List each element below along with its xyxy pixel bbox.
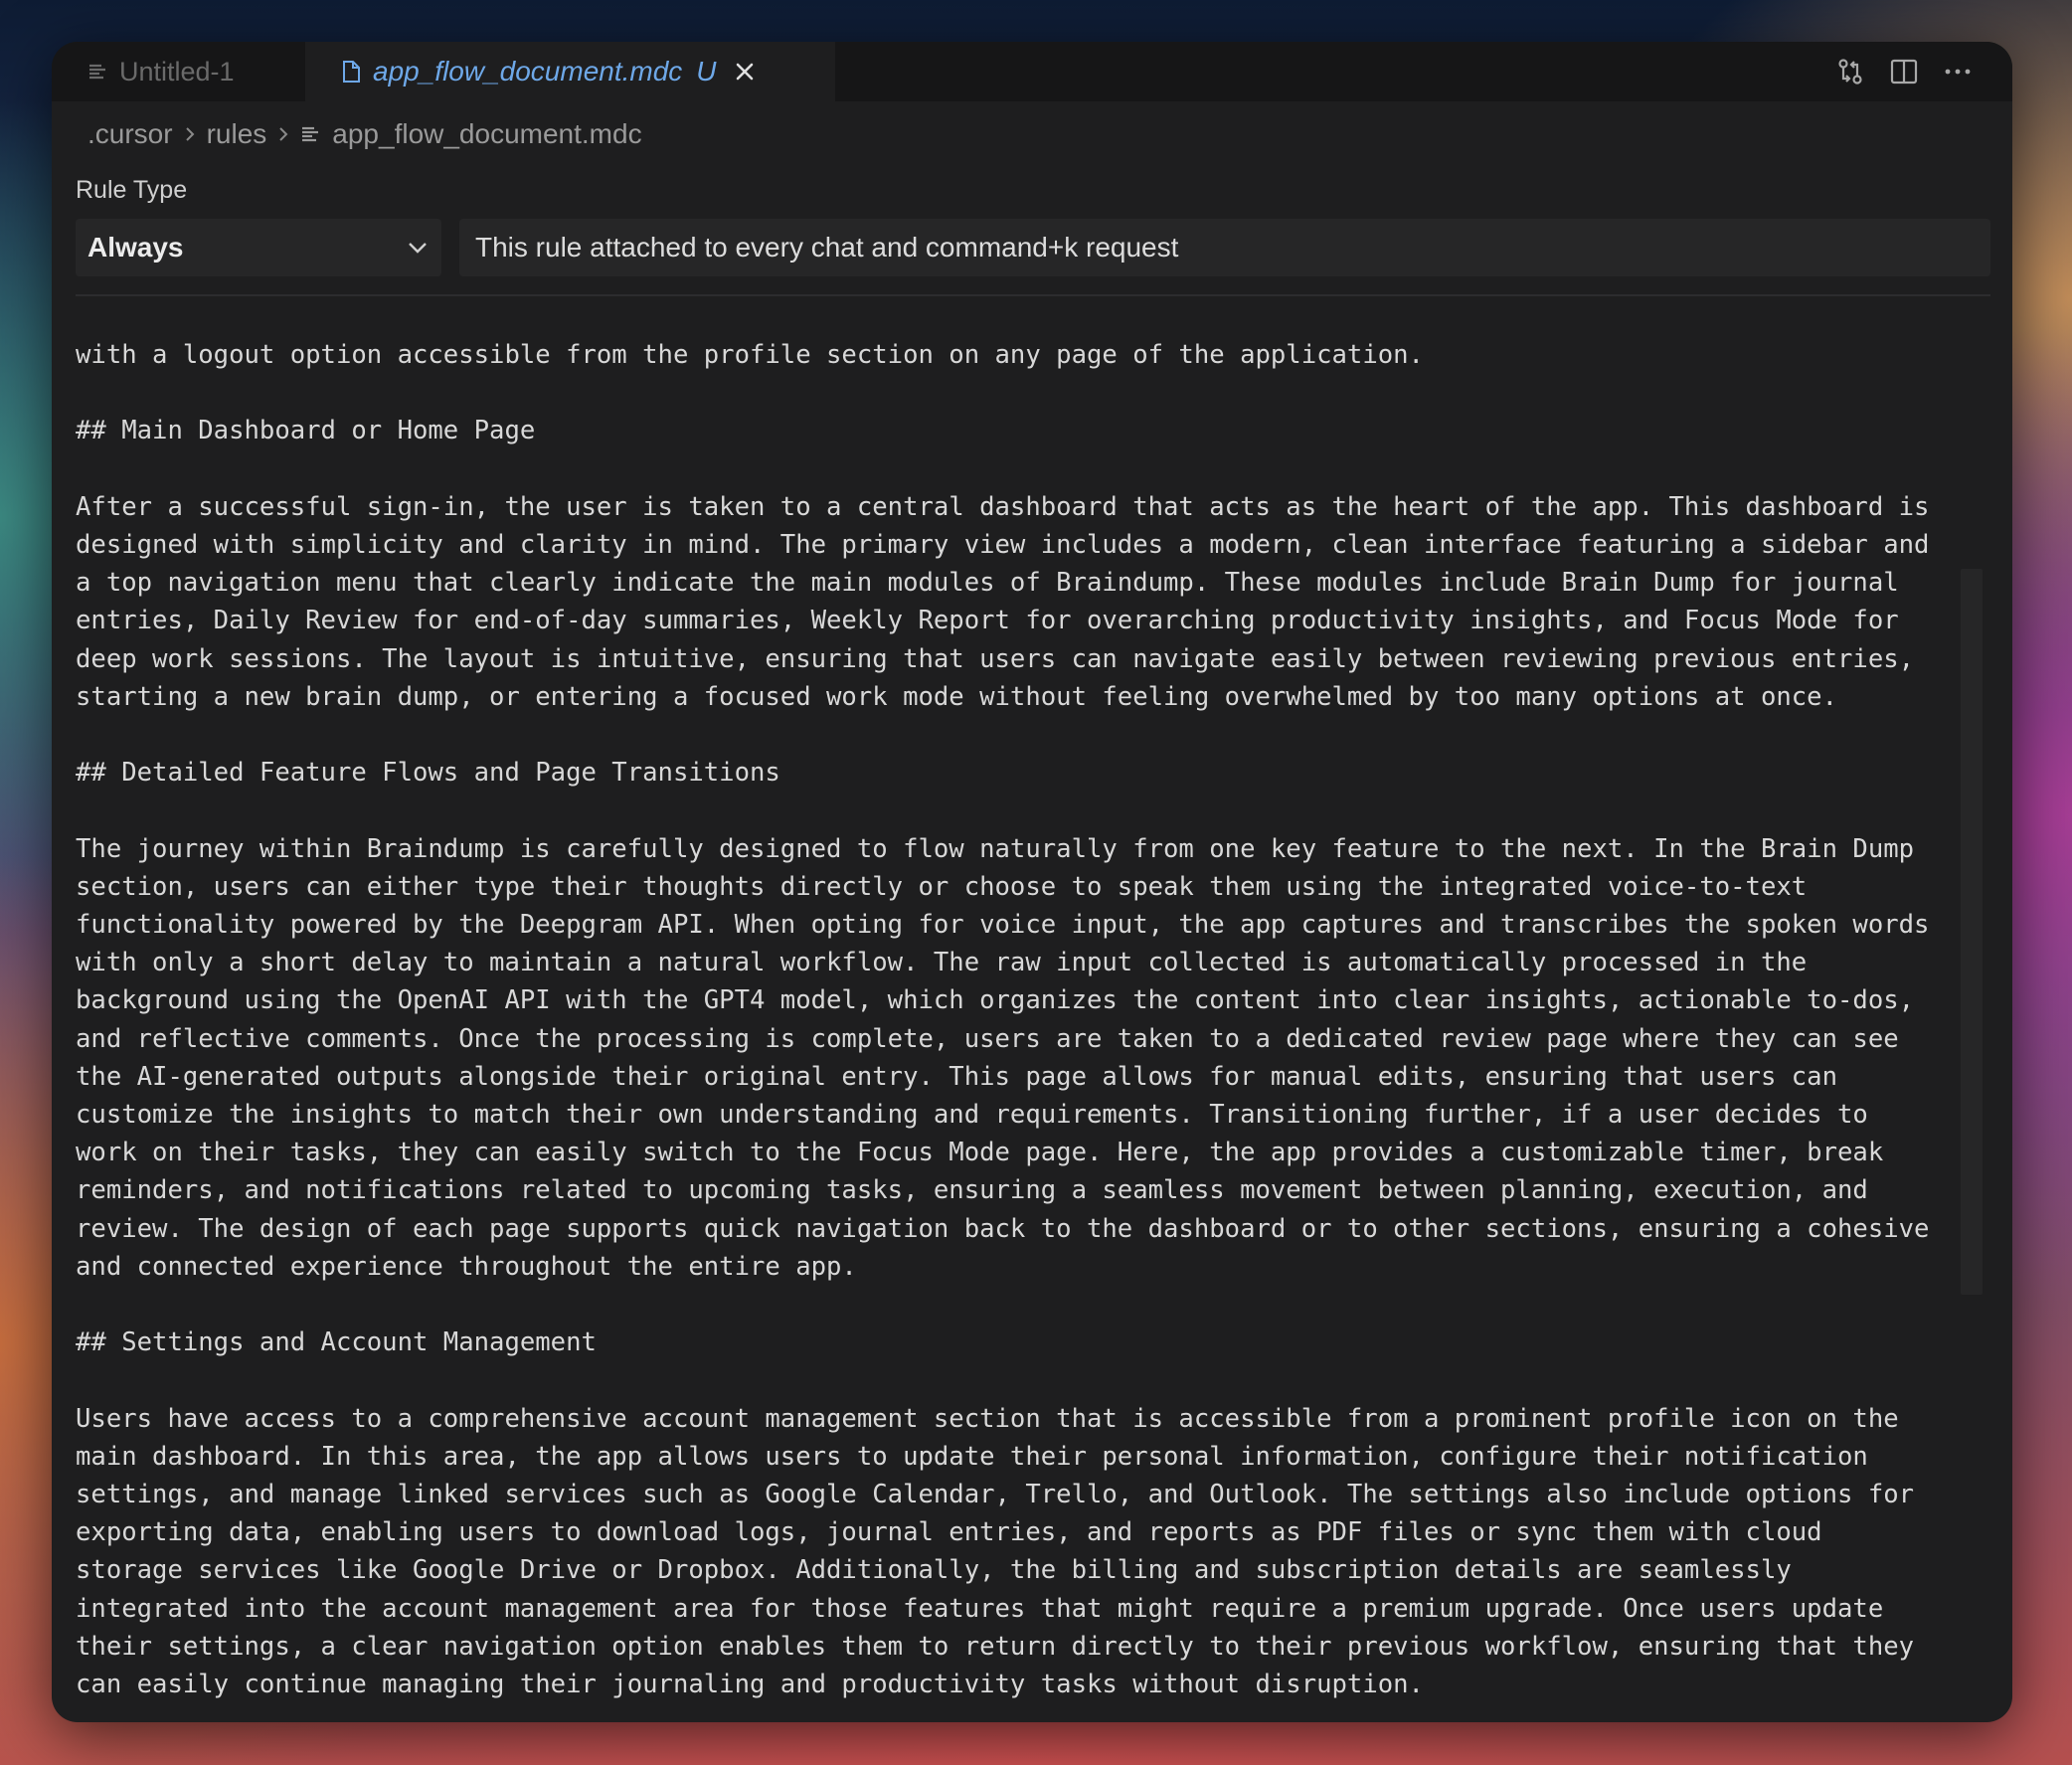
code-line: background using the OpenAI API with the…	[76, 985, 1915, 1016]
code-line: review. The design of each page supports…	[76, 1213, 1930, 1244]
rule-type-select[interactable]: Always	[76, 219, 441, 276]
code-line: designed with simplicity and clarity in …	[76, 530, 1930, 560]
breadcrumb-item[interactable]: rules	[207, 118, 267, 150]
file-lines-icon	[300, 124, 320, 144]
code-line: with a logout option accessible from the…	[76, 340, 1424, 370]
breadcrumb: .cursor rules app_flow_document.mdc	[87, 109, 642, 159]
code-line: work on their tasks, they can easily swi…	[76, 1138, 1884, 1168]
code-line: a top navigation menu that clearly indic…	[76, 568, 1899, 599]
divider	[76, 294, 1990, 296]
breadcrumb-item[interactable]: app_flow_document.mdc	[332, 118, 641, 150]
section-heading: ## Settings and Account Management	[76, 1327, 597, 1358]
scrollbar[interactable]	[1961, 569, 1983, 1295]
breadcrumb-item[interactable]: .cursor	[87, 118, 173, 150]
code-line: the AI-generated outputs alongside their…	[76, 1061, 1838, 1092]
tab-untitled-1[interactable]: Untitled-1	[52, 42, 305, 101]
code-line: exporting data, enabling users to downlo…	[76, 1517, 1822, 1548]
code-line: starting a new brain dump, or entering a…	[76, 681, 1838, 712]
code-line: reminders, and notifications related to …	[76, 1175, 1868, 1206]
file-icon	[341, 60, 361, 84]
chevron-right-icon	[183, 124, 197, 144]
section-heading: ## Main Dashboard or Home Page	[76, 416, 536, 446]
code-line: storage services like Google Drive or Dr…	[76, 1555, 1792, 1586]
source-control-icon[interactable]	[1835, 57, 1865, 87]
code-line: After a successful sign-in, the user is …	[76, 491, 1930, 522]
tab-bar: Untitled-1 app_flow_document.mdc U	[52, 42, 2012, 101]
code-line: integrated into the account management a…	[76, 1593, 1884, 1624]
code-line: and connected experience throughout the …	[76, 1251, 857, 1282]
file-lines-icon	[87, 62, 107, 82]
rule-description-field[interactable]: This rule attached to every chat and com…	[459, 219, 1990, 276]
chevron-right-icon	[276, 124, 290, 144]
code-line: Users have access to a comprehensive acc…	[76, 1403, 1899, 1434]
tab-label: Untitled-1	[119, 56, 235, 87]
editor-actions	[1835, 50, 1973, 93]
editor-window: Untitled-1 app_flow_document.mdc U .curs…	[52, 42, 2012, 1722]
section-heading: ## Detailed Feature Flows and Page Trans…	[76, 758, 780, 789]
split-editor-icon[interactable]	[1889, 57, 1919, 87]
tab-app-flow-document[interactable]: app_flow_document.mdc U	[305, 42, 835, 101]
rule-type-label: Rule Type	[76, 176, 188, 204]
code-line: customize the insights to match their ow…	[76, 1100, 1868, 1130]
code-line: settings, and manage linked services suc…	[76, 1480, 1915, 1509]
code-line: can easily continue managing their journ…	[76, 1670, 1424, 1699]
rule-type-value: Always	[87, 232, 184, 263]
tab-label: app_flow_document.mdc	[373, 56, 683, 87]
code-line: main dashboard. In this area, the app al…	[76, 1441, 1868, 1472]
close-icon[interactable]	[735, 62, 755, 82]
modified-indicator: U	[696, 56, 717, 87]
code-line: functionality powered by the Deepgram AP…	[76, 910, 1930, 940]
code-line: and reflective comments. Once the proces…	[76, 1023, 1899, 1054]
code-line: entries, Daily Review for end-of-day sum…	[76, 606, 1899, 636]
code-line: section, users can either type their tho…	[76, 871, 1808, 902]
chevron-down-icon	[406, 240, 430, 256]
code-line: with only a short delay to maintain a na…	[76, 948, 1808, 978]
code-line: deep work sessions. The layout is intuit…	[76, 643, 1915, 674]
code-line: The journey within Braindump is carefull…	[76, 833, 1915, 864]
text-editor[interactable]: · · · · · · · · · · · · · · · · · · · · …	[76, 300, 1985, 1702]
partially-hidden-line: · · · · · · · · · · · · · · · · · · · · …	[76, 300, 1746, 310]
code-line: their settings, a clear navigation optio…	[76, 1631, 1915, 1662]
more-actions-icon[interactable]	[1943, 57, 1973, 87]
